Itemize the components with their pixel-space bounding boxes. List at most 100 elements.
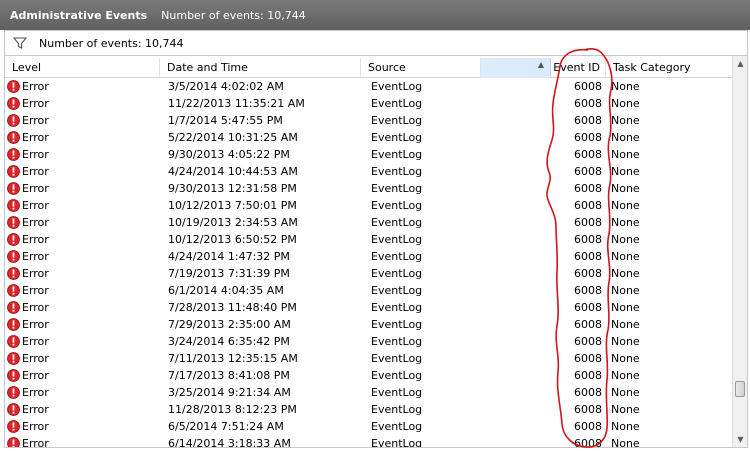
event-row[interactable]: Error 10/19/2013 2:34:53 AM EventLog 6008 No… bbox=[5, 214, 733, 231]
scroll-thumb[interactable] bbox=[735, 381, 745, 397]
filter-icon[interactable] bbox=[12, 36, 28, 50]
error-icon bbox=[7, 386, 20, 399]
date-time-cell: 4/24/2014 10:44:53 AM bbox=[168, 165, 298, 178]
date-time-cell: 7/28/2013 11:48:40 PM bbox=[168, 301, 297, 314]
event-id-cell: 6008 bbox=[574, 420, 602, 433]
vertical-scrollbar[interactable]: ▲ ▼ bbox=[732, 56, 747, 447]
event-row[interactable]: Error 3/25/2014 9:21:34 AM EventLog 6008 Non… bbox=[5, 384, 733, 401]
event-rows: Error 3/5/2014 4:02:02 AM EventLog 6008 None… bbox=[5, 78, 733, 448]
event-row[interactable]: Error 4/24/2014 10:44:53 AM EventLog 6008 No… bbox=[5, 163, 733, 180]
sort-ascending-icon: ▲ bbox=[537, 60, 544, 69]
level-cell: Error bbox=[5, 197, 160, 214]
event-row[interactable]: Error 7/29/2013 2:35:00 AM EventLog 6008 Non… bbox=[5, 316, 733, 333]
blank-cell bbox=[491, 435, 561, 447]
event-row[interactable]: Error 4/24/2014 1:47:32 PM EventLog 6008 Non… bbox=[5, 248, 733, 265]
source-cell: EventLog bbox=[371, 267, 423, 280]
event-row[interactable]: Error 7/28/2013 11:48:40 PM EventLog 6008 No… bbox=[5, 299, 733, 316]
task-category-cell: None bbox=[611, 352, 640, 365]
blank-cell bbox=[491, 197, 561, 214]
task-category-cell: None bbox=[611, 386, 640, 399]
error-icon bbox=[7, 301, 20, 314]
task-category-cell: None bbox=[611, 148, 640, 161]
event-row[interactable]: Error 9/30/2013 4:05:22 PM EventLog 6008 Non… bbox=[5, 146, 733, 163]
source-cell: EventLog bbox=[371, 420, 423, 433]
source-cell: EventLog bbox=[371, 114, 423, 127]
level-cell: Error bbox=[5, 418, 160, 435]
source-cell: EventLog bbox=[371, 352, 423, 365]
date-time-cell: 7/11/2013 12:35:15 AM bbox=[168, 352, 298, 365]
blank-cell bbox=[491, 214, 561, 231]
error-icon bbox=[7, 114, 20, 127]
task-category-cell: None bbox=[611, 250, 640, 263]
date-time-cell: 3/24/2014 6:35:42 PM bbox=[168, 335, 290, 348]
event-row[interactable]: Error 9/30/2013 12:31:58 PM EventLog 6008 No… bbox=[5, 180, 733, 197]
column-header-source[interactable]: Source bbox=[361, 58, 481, 78]
date-time-cell: 11/28/2013 8:12:23 PM bbox=[168, 403, 297, 416]
level-text: Error bbox=[22, 386, 49, 399]
event-row[interactable]: Error 5/22/2014 10:31:25 AM EventLog 6008 No… bbox=[5, 129, 733, 146]
level-text: Error bbox=[22, 165, 49, 178]
level-text: Error bbox=[22, 437, 49, 448]
event-row[interactable]: Error 11/28/2013 8:12:23 PM EventLog 6008 No… bbox=[5, 401, 733, 418]
event-row[interactable]: Error 6/14/2014 3:18:33 AM EventLog 6008 Non… bbox=[5, 435, 733, 448]
events-grid: Level Date and Time Source ▲ Event ID Ta… bbox=[4, 55, 748, 448]
column-header-date[interactable]: Date and Time bbox=[160, 58, 361, 78]
date-time-cell: 11/22/2013 11:35:21 AM bbox=[168, 97, 305, 110]
scroll-down-arrow-icon[interactable]: ▼ bbox=[735, 434, 746, 445]
level-cell: Error bbox=[5, 282, 160, 299]
source-cell: EventLog bbox=[371, 301, 423, 314]
column-header-level[interactable]: Level bbox=[5, 58, 160, 78]
filter-count-label: Number of events: 10,744 bbox=[39, 36, 184, 50]
level-text: Error bbox=[22, 182, 49, 195]
blank-cell bbox=[491, 384, 561, 401]
blank-cell bbox=[491, 146, 561, 163]
event-row[interactable]: Error 6/1/2014 4:04:35 AM EventLog 6008 None bbox=[5, 282, 733, 299]
task-category-cell: None bbox=[611, 165, 640, 178]
filter-bar: Number of events: 10,744 bbox=[4, 30, 748, 55]
event-row[interactable]: Error 11/22/2013 11:35:21 AM EventLog 6008 N… bbox=[5, 95, 733, 112]
event-row[interactable]: Error 7/17/2013 8:41:08 PM EventLog 6008 Non… bbox=[5, 367, 733, 384]
level-text: Error bbox=[22, 369, 49, 382]
event-row[interactable]: Error 1/7/2014 5:47:55 PM EventLog 6008 None bbox=[5, 112, 733, 129]
event-row[interactable]: Error 7/19/2013 7:31:39 PM EventLog 6008 Non… bbox=[5, 265, 733, 282]
scroll-up-arrow-icon[interactable]: ▲ bbox=[735, 58, 746, 69]
event-row[interactable]: Error 10/12/2013 7:50:01 PM EventLog 6008 No… bbox=[5, 197, 733, 214]
level-text: Error bbox=[22, 301, 49, 314]
error-icon bbox=[7, 148, 20, 161]
event-id-cell: 6008 bbox=[574, 97, 602, 110]
level-cell: Error bbox=[5, 129, 160, 146]
column-header-event-id[interactable]: Event ID bbox=[551, 58, 606, 78]
source-cell: EventLog bbox=[371, 80, 423, 93]
task-category-cell: None bbox=[611, 403, 640, 416]
error-icon bbox=[7, 97, 20, 110]
error-icon bbox=[7, 267, 20, 280]
level-text: Error bbox=[22, 267, 49, 280]
event-row[interactable]: Error 6/5/2014 7:51:24 AM EventLog 6008 None bbox=[5, 418, 733, 435]
event-row[interactable]: Error 10/12/2013 6:50:52 PM EventLog 6008 No… bbox=[5, 231, 733, 248]
event-row[interactable]: Error 3/5/2014 4:02:02 AM EventLog 6008 None bbox=[5, 78, 733, 95]
level-text: Error bbox=[22, 335, 49, 348]
error-icon bbox=[7, 80, 20, 93]
event-row[interactable]: Error 7/11/2013 12:35:15 AM EventLog 6008 No… bbox=[5, 350, 733, 367]
grid-header: Level Date and Time Source ▲ Event ID Ta… bbox=[5, 58, 733, 78]
level-text: Error bbox=[22, 80, 49, 93]
level-cell: Error bbox=[5, 265, 160, 282]
task-category-cell: None bbox=[611, 97, 640, 110]
event-id-cell: 6008 bbox=[574, 437, 602, 448]
event-row[interactable]: Error 3/24/2014 6:35:42 PM EventLog 6008 Non… bbox=[5, 333, 733, 350]
level-cell: Error bbox=[5, 146, 160, 163]
event-id-cell: 6008 bbox=[574, 216, 602, 229]
column-header-task-category[interactable]: Task Category bbox=[606, 58, 733, 78]
blank-cell bbox=[491, 231, 561, 248]
level-cell: Error bbox=[5, 367, 160, 384]
level-text: Error bbox=[22, 403, 49, 416]
view-title: Administrative Events bbox=[10, 8, 148, 22]
task-category-cell: None bbox=[611, 199, 640, 212]
date-time-cell: 10/12/2013 6:50:52 PM bbox=[168, 233, 297, 246]
level-cell: Error bbox=[5, 163, 160, 180]
column-header-sorted[interactable]: ▲ bbox=[481, 58, 551, 78]
task-category-cell: None bbox=[611, 182, 640, 195]
event-id-cell: 6008 bbox=[574, 301, 602, 314]
level-text: Error bbox=[22, 233, 49, 246]
date-time-cell: 7/17/2013 8:41:08 PM bbox=[168, 369, 290, 382]
